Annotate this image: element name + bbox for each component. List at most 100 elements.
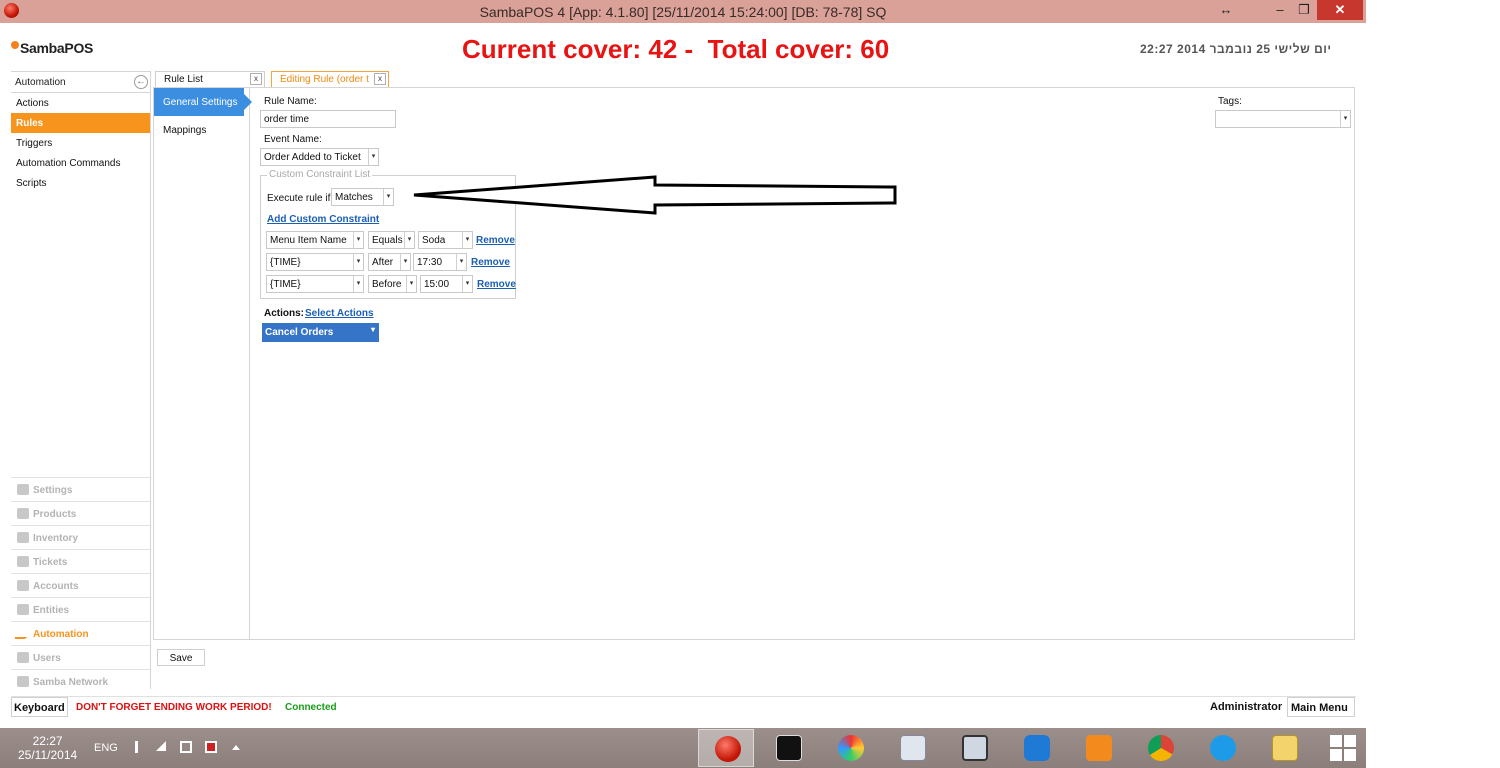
execute-rule-label: Execute rule if	[267, 193, 331, 204]
network-icon[interactable]	[180, 741, 192, 753]
save-button[interactable]: Save	[157, 649, 205, 666]
section-products[interactable]: Products	[11, 501, 150, 525]
minimize-button[interactable]: –	[1268, 0, 1292, 20]
section-automation[interactable]: Automation	[11, 621, 150, 645]
signal-icon[interactable]	[156, 741, 166, 751]
chevron-down-icon[interactable]: ▾	[404, 232, 414, 248]
section-entities[interactable]: Entities	[11, 597, 150, 621]
constraint-value-select[interactable]: 17:30 ▾	[413, 253, 467, 271]
chevron-down-icon[interactable]: ▾	[406, 276, 416, 292]
section-accounts[interactable]: Accounts	[11, 573, 150, 597]
remove-constraint-link[interactable]: Remove	[477, 279, 516, 290]
chevron-down-icon[interactable]: ▾	[371, 325, 375, 334]
chevron-down-icon[interactable]: ▾	[462, 232, 472, 248]
constraint-name-select[interactable]: {TIME} ▾	[266, 253, 364, 271]
constraint-name-select[interactable]: Menu Item Name ▾	[266, 231, 364, 249]
subnav-mappings[interactable]: Mappings	[154, 116, 249, 144]
event-name-label: Event Name:	[264, 134, 322, 145]
section-label: Entities	[33, 605, 70, 616]
keyboard-button[interactable]: Keyboard	[11, 697, 68, 717]
nav-item-automation-commands[interactable]: Automation Commands	[11, 153, 150, 173]
nav-item-rules[interactable]: Rules	[11, 113, 150, 133]
language-indicator[interactable]: ENG	[94, 742, 118, 754]
chevron-down-icon[interactable]: ▾	[456, 254, 466, 270]
chevron-down-icon[interactable]: ▾	[400, 254, 410, 270]
section-tickets[interactable]: Tickets	[11, 549, 150, 573]
section-label: Inventory	[33, 533, 79, 544]
tickets-icon	[17, 556, 29, 567]
tray-expand-icon[interactable]	[232, 745, 240, 750]
chevron-down-icon[interactable]: ▾	[353, 254, 363, 270]
taskbar-date: 25/11/2014	[18, 748, 78, 762]
constraint-op-select[interactable]: Before ▾	[368, 275, 417, 293]
tags-select[interactable]: ▾	[1215, 110, 1351, 128]
folder-icon	[1272, 735, 1298, 761]
back-arrow-icon[interactable]: ←	[134, 75, 148, 89]
section-samba-network[interactable]: Samba Network	[11, 669, 150, 693]
remove-constraint-link[interactable]: Remove	[471, 257, 510, 268]
actions-dropdown[interactable]: Cancel Orders ▾	[262, 323, 379, 342]
tab-editing-rule[interactable]: Editing Rule (order t x	[271, 71, 389, 87]
annotation-arrow	[413, 175, 897, 215]
section-label: Settings	[33, 485, 73, 496]
apple-icon	[715, 736, 741, 762]
section-inventory[interactable]: Inventory	[11, 525, 150, 549]
rule-name-field[interactable]: order time	[260, 110, 396, 128]
chevron-down-icon[interactable]: ▾	[383, 189, 393, 205]
resize-icon[interactable]: ↔	[1214, 0, 1238, 20]
constraint-legend: Custom Constraint List	[267, 169, 373, 180]
remove-constraint-link[interactable]: Remove	[476, 235, 515, 246]
taskbar-chrome[interactable]	[1132, 729, 1188, 767]
add-custom-constraint-link[interactable]: Add Custom Constraint	[267, 214, 379, 225]
taskbar-paint[interactable]	[822, 729, 878, 767]
chevron-down-icon[interactable]: ▾	[462, 276, 472, 292]
editor-subnav: General Settings Mappings	[154, 88, 252, 639]
taskbar-sambapos[interactable]	[698, 729, 754, 767]
speaker-icon[interactable]	[135, 741, 147, 753]
constraint-op-select[interactable]: After ▾	[368, 253, 411, 271]
taskbar-remote-desktop[interactable]	[946, 729, 1002, 767]
event-name-select[interactable]: Order Added to Ticket ▾	[260, 148, 379, 166]
screen: SambaPOS 4 [App: 4.1.80] [25/11/2014 15:…	[0, 0, 1500, 768]
execute-rule-value: Matches	[335, 192, 373, 203]
tab-rule-list[interactable]: Rule List x	[155, 71, 265, 87]
execute-rule-select[interactable]: Matches ▾	[331, 188, 394, 206]
section-label: Users	[33, 653, 61, 664]
taskbar-start[interactable]	[1314, 729, 1370, 767]
nav-item-scripts[interactable]: Scripts	[11, 173, 150, 193]
title-bar: SambaPOS 4 [App: 4.1.80] [25/11/2014 15:…	[0, 0, 1366, 23]
constraint-value-select[interactable]: 15:00 ▾	[420, 275, 473, 293]
main-menu-button[interactable]: Main Menu	[1287, 697, 1355, 717]
select-actions-link[interactable]: Select Actions	[305, 308, 374, 319]
chevron-down-icon[interactable]: ▾	[353, 276, 363, 292]
taskbar-ie[interactable]	[1194, 729, 1250, 767]
nav-item-triggers[interactable]: Triggers	[11, 133, 150, 153]
taskbar-clock[interactable]: 22:27 25/11/2014	[18, 734, 77, 762]
chevron-down-icon[interactable]: ▾	[1340, 111, 1350, 127]
close-window-button[interactable]: ✕	[1317, 0, 1363, 20]
close-icon[interactable]: x	[374, 73, 386, 85]
chevron-down-icon[interactable]: ▾	[353, 232, 363, 248]
close-icon[interactable]: x	[250, 73, 262, 85]
taskbar-teamviewer[interactable]	[1008, 729, 1064, 767]
taskbar-calculator[interactable]	[884, 729, 940, 767]
blank-area	[1366, 0, 1500, 768]
subnav-general-settings[interactable]: General Settings	[154, 88, 252, 116]
taskbar-cmd[interactable]	[760, 729, 816, 767]
internet-explorer-icon	[1210, 735, 1236, 761]
constraint-value-select[interactable]: Soda ▾	[418, 231, 473, 249]
power-warning-icon[interactable]	[205, 741, 217, 753]
windows-taskbar: 22:27 25/11/2014 ENG	[0, 728, 1366, 768]
status-bar: Keyboard DON'T FORGET ENDING WORK PERIOD…	[11, 696, 1356, 718]
restore-button[interactable]: ❐	[1292, 0, 1316, 20]
taskbar-mail[interactable]	[1070, 729, 1126, 767]
constraint-op-select[interactable]: Equals ▾	[368, 231, 415, 249]
section-settings[interactable]: Settings	[11, 477, 150, 501]
chevron-down-icon[interactable]: ▾	[368, 149, 378, 165]
taskbar-explorer[interactable]	[1256, 729, 1312, 767]
constraint-name-select[interactable]: {TIME} ▾	[266, 275, 364, 293]
calculator-icon	[900, 735, 926, 761]
section-users[interactable]: Users	[11, 645, 150, 669]
taskbar-time: 22:27	[32, 734, 63, 748]
nav-item-actions[interactable]: Actions	[11, 93, 150, 113]
